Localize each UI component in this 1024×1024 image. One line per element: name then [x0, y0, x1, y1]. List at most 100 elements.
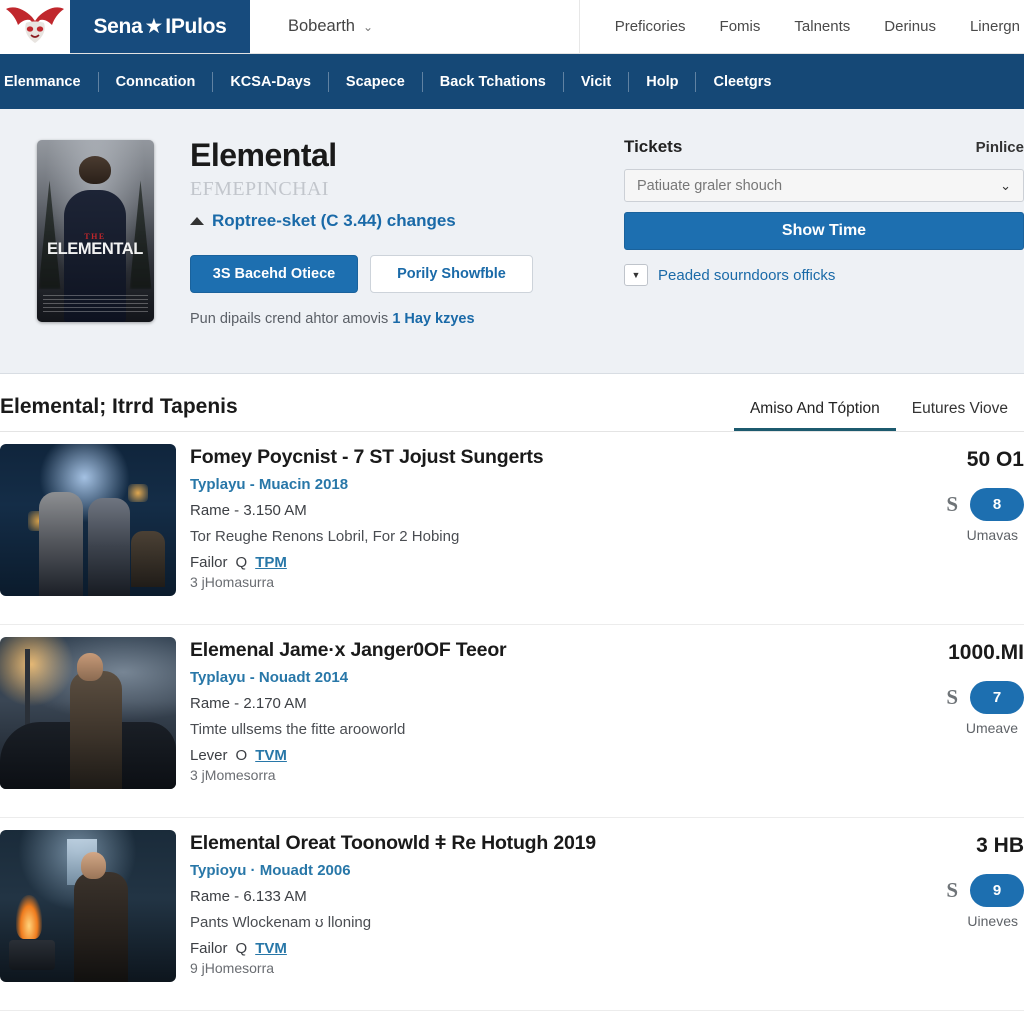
list-item-right: 3 HB S 9 Uineves — [874, 830, 1024, 929]
thumb-person — [73, 872, 128, 982]
list-item-meta[interactable]: Typlayu - Muacin 2018 — [190, 476, 874, 493]
man-by-car-thumbnail[interactable] — [0, 637, 176, 789]
movie-poster[interactable]: THE ELEMENTAL — [36, 140, 154, 322]
caret-down-icon[interactable]: ▼ — [624, 264, 648, 286]
thumb-person-head — [77, 653, 104, 681]
brand-name-right: IPulos — [165, 14, 227, 38]
top-nav: Preficories Fomis Talnents Derinus Liner… — [580, 0, 1024, 53]
list-item-right: 1000.MI S 7 Umeave — [874, 637, 1024, 736]
poster-container: THE ELEMENTAL — [0, 129, 190, 373]
main-nav-item-2[interactable]: KCSA-Days — [213, 71, 329, 92]
alley-scene-thumbnail[interactable] — [0, 444, 176, 596]
hero-note-text: Pun dipails crend ahtor amovis — [190, 311, 389, 327]
tab-eutures-viove[interactable]: Eutures Viove — [896, 400, 1024, 431]
thumb-person-head — [80, 852, 106, 879]
list-item-line-2: Timte ullsems the fitte arooworld — [190, 721, 406, 738]
section-tabs: Amiso And Tóption Eutures Viove — [733, 400, 1024, 431]
tickets-sub-link[interactable]: Peaded sourndoors officks — [658, 267, 835, 284]
poster-figure-head — [79, 156, 111, 184]
s-glyph-icon: S — [946, 878, 958, 902]
movie-subtitle: EFMEPINCHAI — [190, 178, 329, 200]
list-item-badge-label: Umeave — [965, 720, 1018, 736]
main-nav-item-5[interactable]: Vicit — [564, 71, 630, 92]
showtime-select[interactable]: Patiuate graler shouch ⌄ — [624, 169, 1024, 202]
hero-note: Pun dipails crend ahtor amovis 1 Hay kzy… — [190, 311, 624, 327]
show-time-button[interactable]: Show Time — [624, 212, 1024, 250]
list-item-tail-label: Failor — [190, 554, 228, 571]
main-nav-item-6[interactable]: Holp — [629, 71, 697, 92]
thumb-person — [70, 671, 123, 789]
list-item-tail: Lever O TVM — [190, 747, 874, 764]
brand-name-left: Sena — [93, 14, 143, 38]
list-item-line-2: Tor Reughe Renons Lobril, For 2 Hobing — [190, 528, 460, 545]
list-item-title[interactable]: Fomey Poycnist - 7 ST Jojust Sungerts — [190, 446, 874, 469]
hero-section: THE ELEMENTAL Elemental EFMEPINCHAI Ropt… — [0, 109, 1024, 374]
list-item-line-2: Pants Wlockenam ʊ lloning — [190, 914, 372, 931]
top-nav-item-4[interactable]: Linergn — [970, 18, 1020, 35]
hero-button-row: 3S Bacehd Otiece Porily Showfble — [190, 255, 624, 293]
top-nav-item-2[interactable]: Talnents — [794, 18, 850, 35]
status-badge[interactable]: 9 — [970, 874, 1024, 907]
list-item-tail: Failor Q TVM — [190, 940, 874, 957]
list-item-meta[interactable]: Typioyu · Mouadt 2006 — [190, 862, 874, 879]
thumb-lamp-post — [24, 649, 30, 735]
main-nav-item-0[interactable]: Elenmance — [0, 71, 99, 92]
hero-note-link[interactable]: 1 Hay kzyes — [392, 311, 474, 327]
status-badge[interactable]: 7 — [970, 681, 1024, 714]
main-nav-item-4[interactable]: Back Tchations — [423, 71, 564, 92]
star-icon: ★ — [144, 15, 164, 38]
thumb-person-3 — [131, 530, 166, 587]
list-item-badge-line: S 8 — [946, 488, 1024, 521]
tickets-right-label: Pinlice — [975, 139, 1024, 156]
status-badge[interactable]: 8 — [970, 488, 1024, 521]
primary-action-button[interactable]: 3S Bacehd Otiece — [190, 255, 358, 293]
tickets-panel: Tickets Pinlice Patiuate graler shouch ⌄… — [624, 129, 1024, 373]
list-item-tail-link[interactable]: TPM — [255, 554, 287, 571]
man-with-fire-thumbnail[interactable] — [0, 830, 176, 982]
eagle-logo-icon[interactable] — [0, 0, 70, 54]
list-item-title[interactable]: Elemental Oreat Toonowld ǂ Re Hotugh 201… — [190, 832, 874, 855]
s-glyph-icon: S — [946, 492, 958, 516]
list-item-price: 3 HB — [976, 834, 1024, 857]
triangle-up-icon — [190, 217, 204, 225]
list-item-tail: Failor Q TPM — [190, 554, 874, 571]
list-item-tail-link[interactable]: TVM — [255, 940, 287, 957]
list-item-tail-mid: Q — [235, 554, 248, 571]
secondary-action-button[interactable]: Porily Showfble — [370, 255, 533, 293]
list-item-tail-link[interactable]: TVM — [255, 747, 287, 764]
main-nav: Elenmance Conncation KCSA-Days Scapece B… — [0, 54, 1024, 109]
account-menu[interactable]: Bobearth ⌄ — [250, 0, 580, 53]
tab-amiso-and-toption[interactable]: Amiso And Tóption — [733, 400, 896, 431]
results-list: Fomey Poycnist - 7 ST Jojust Sungerts Ty… — [0, 432, 1024, 1011]
poster-title-label: ELEMENTAL — [46, 240, 143, 258]
thumb-lamp-glow-2 — [127, 483, 148, 502]
main-nav-item-7[interactable]: Cleetgrs — [696, 72, 788, 92]
list-item-title[interactable]: Elemenal Jamе·x Janger0OF Teeor — [190, 639, 874, 662]
poster-credits-block — [42, 295, 148, 315]
list-item[interactable]: Elemental Oreat Toonowld ǂ Re Hotugh 201… — [0, 818, 1024, 1011]
top-nav-item-1[interactable]: Fomis — [720, 18, 761, 35]
list-item[interactable]: Elemenal Jamе·x Janger0OF Teeor Typlayu … — [0, 625, 1024, 818]
list-item-content: Elemenal Jamе·x Janger0OF Teeor Typlayu … — [176, 637, 874, 783]
chevron-down-icon: ⌄ — [1000, 177, 1011, 193]
chevron-down-icon: ⌄ — [362, 19, 374, 34]
main-nav-item-1[interactable]: Conncation — [99, 71, 214, 92]
s-glyph-icon: S — [946, 685, 958, 709]
list-item-badge-label: Uineves — [967, 913, 1018, 929]
list-item-tail-label: Lever — [190, 747, 228, 764]
brand-logo[interactable]: Sena ★ IPulos — [70, 0, 250, 53]
list-item-right: 50 O1 S 8 Umavas — [874, 444, 1024, 543]
main-nav-item-3[interactable]: Scapece — [329, 71, 423, 92]
list-item-sub: 3 jHomasurra — [190, 574, 275, 590]
top-nav-item-3[interactable]: Derinus — [884, 18, 936, 35]
list-item-meta[interactable]: Typlayu - Nouadt 2014 — [190, 669, 874, 686]
list-item-sub: 3 jMomesorra — [190, 767, 276, 783]
list-item-price: 1000.MI — [948, 641, 1024, 664]
top-bar: Sena ★ IPulos Bobearth ⌄ Preficories Fom… — [0, 0, 1024, 54]
list-item[interactable]: Fomey Poycnist - 7 ST Jojust Sungerts Ty… — [0, 432, 1024, 625]
top-nav-item-0[interactable]: Preficories — [615, 18, 686, 35]
account-name-label: Bobearth — [288, 17, 355, 35]
list-item-tail-mid: O — [235, 747, 248, 764]
rating-changes-link[interactable]: Roptree-sket (C 3.44) changes — [212, 211, 456, 231]
section-title: Elemental; Itrrd Tapenis — [0, 395, 238, 418]
